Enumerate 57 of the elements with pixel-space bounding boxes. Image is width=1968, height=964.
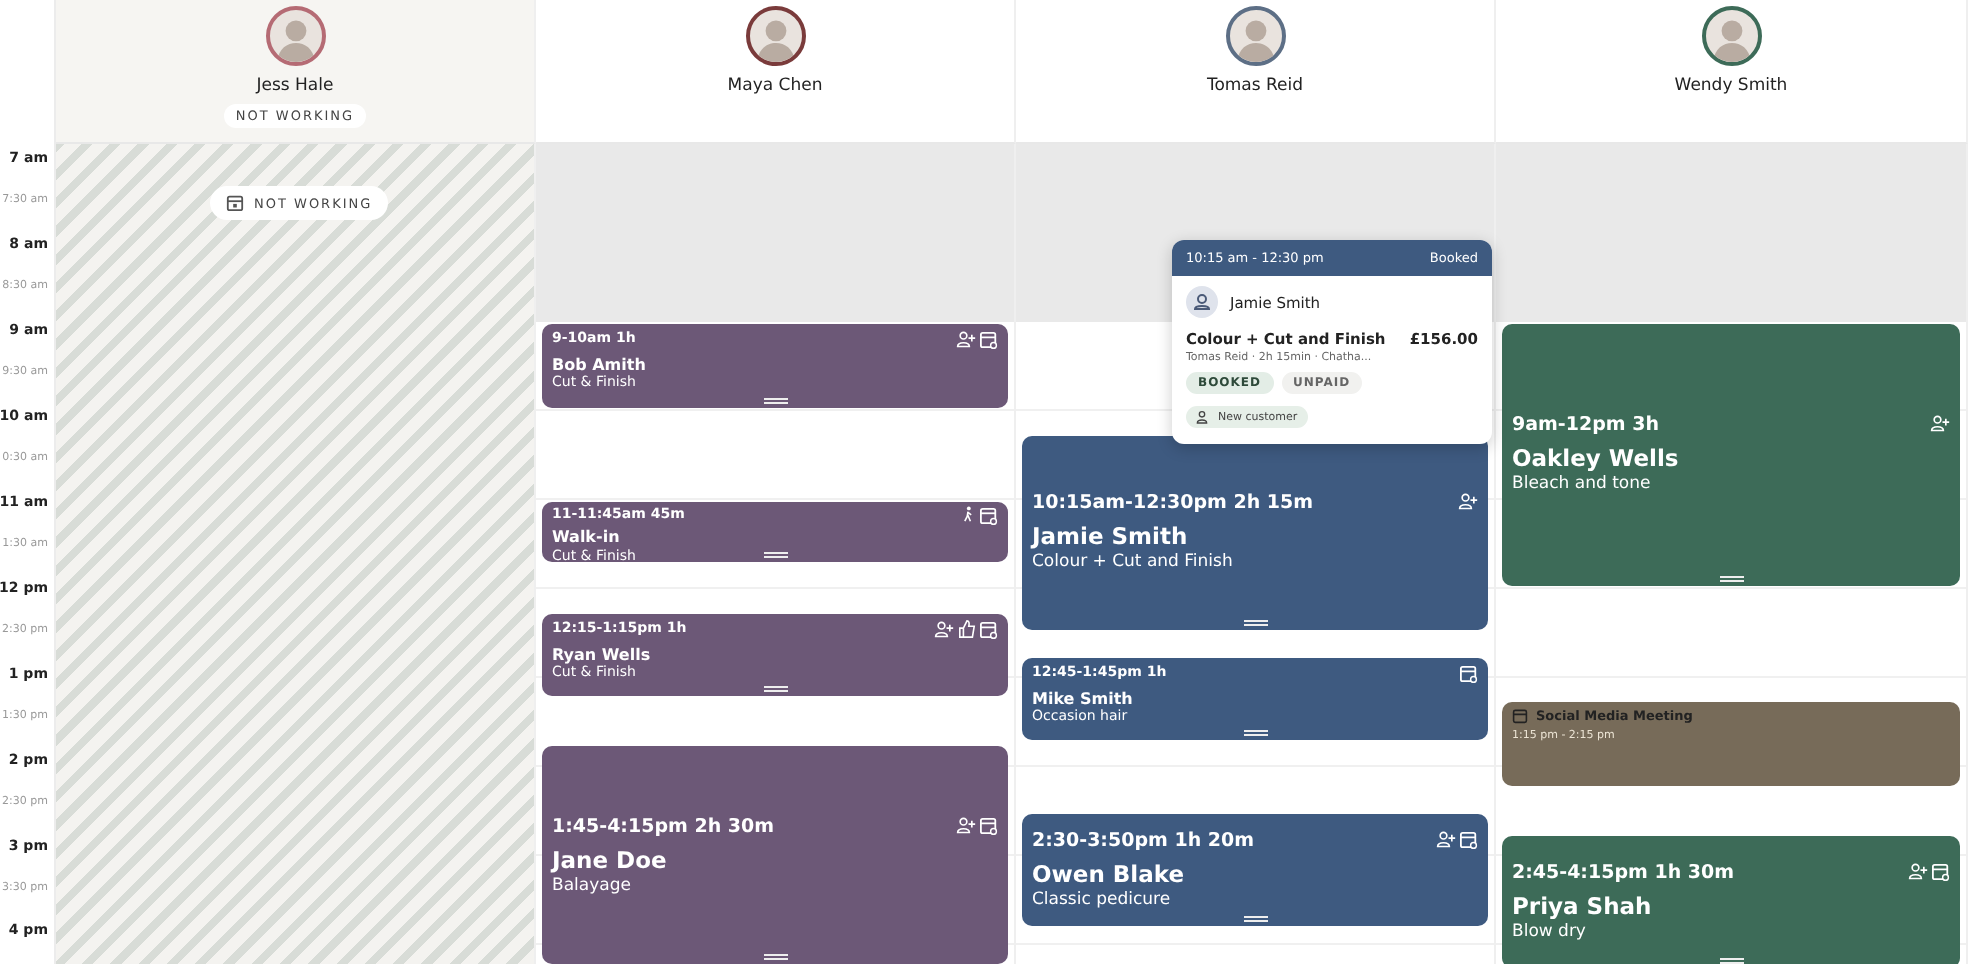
appointment-time: 2:45-4:15pm 1h 30m [1512, 861, 1735, 884]
appointment-card[interactable]: 1:45-4:15pm 2h 30m Jane Doe Balayage [542, 746, 1008, 964]
calendar-icon [1512, 708, 1528, 725]
calendar-icon [226, 194, 244, 212]
resize-handle[interactable] [763, 552, 787, 559]
resize-handle[interactable] [1719, 957, 1743, 964]
person-icon [1196, 410, 1212, 424]
appointment-time: 1:45-4:15pm 2h 30m [552, 815, 775, 837]
service-name: Colour + Cut and Finish [1032, 554, 1233, 573]
add-person-icon [1436, 829, 1456, 848]
appointment-card[interactable]: 10:15am-12:30pm 2h 15m Jamie Smith Colour + Cut and Finish [1022, 435, 1488, 630]
appointment-card[interactable]: 2:30-3:50pm 1h 20m Owen Blake Classic pedicure [1022, 813, 1488, 926]
client-name: Walk-in [552, 528, 622, 548]
appointment-time: 9am-12pm 3h [1512, 414, 1659, 437]
resize-handle[interactable] [1243, 619, 1267, 626]
person-icon [1186, 286, 1218, 318]
thumbs-up-icon [958, 619, 976, 638]
staff-name: Tomas Reid [1206, 76, 1304, 96]
staff-name: Wendy Smith [1674, 76, 1788, 96]
add-person-icon [934, 619, 954, 638]
calendar-icon [980, 330, 998, 350]
add-person-icon [1930, 414, 1950, 433]
service-name: Blow dry [1512, 923, 1586, 942]
client-name: Bob Amith [552, 356, 648, 374]
service-name: Bleach and tone [1512, 476, 1651, 495]
add-person-icon [956, 815, 976, 833]
client-name: Ryan Wells [552, 645, 653, 664]
resize-handle[interactable] [1719, 575, 1743, 581]
resize-handle[interactable] [763, 397, 787, 403]
calendar-icon [980, 619, 998, 640]
resize-handle[interactable] [763, 686, 787, 693]
add-person-icon [956, 330, 976, 348]
appointment-card[interactable]: 2:45-4:15pm 1h 30m Priya Shah Blow dry [1502, 835, 1960, 964]
calendar-icon [980, 506, 998, 526]
calendar-icon [1460, 829, 1478, 850]
service-name: Classic pedicure [1032, 891, 1171, 910]
resize-handle[interactable] [1243, 730, 1267, 737]
walking-person-icon [960, 506, 976, 522]
calendar-icon [980, 815, 998, 835]
client-name: Owen Blake [1032, 859, 1186, 888]
appointment-time: 10:15am-12:30pm 2h 15m [1032, 492, 1314, 515]
add-person-icon [1908, 861, 1928, 880]
resize-handle[interactable] [763, 953, 787, 960]
client-name: Oakley Wells [1512, 444, 1681, 473]
client-name: Jane Doe [552, 845, 669, 873]
service-name: Balayage [552, 877, 631, 895]
add-person-icon [1458, 492, 1478, 511]
client-name: Jamie Smith [1032, 522, 1190, 551]
appointment-card[interactable]: 9am-12pm 3h Oakley Wells Bleach and tone [1502, 324, 1960, 585]
calendar-icon [1460, 663, 1478, 684]
client-name: Mike Smith [1032, 689, 1135, 708]
staff-name: Maya Chen [727, 76, 823, 96]
calendar-icon [1932, 861, 1950, 882]
staff-name: Jess Hale [256, 76, 334, 96]
resize-handle[interactable] [1243, 915, 1267, 922]
appointment-time: 2:30-3:50pm 1h 20m [1032, 829, 1255, 852]
client-name: Priya Shah [1512, 891, 1654, 920]
